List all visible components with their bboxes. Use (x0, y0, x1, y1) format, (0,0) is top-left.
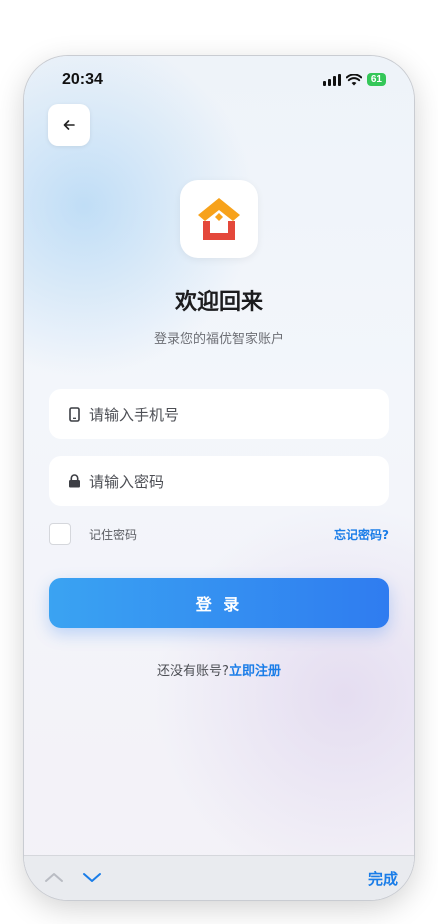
register-prompt: 还没有账号? (157, 664, 229, 679)
password-input[interactable]: 请输入密码 (49, 456, 389, 506)
phone-input[interactable]: 请输入手机号 (49, 389, 389, 439)
login-button[interactable]: 登 录 (49, 578, 389, 628)
back-arrow-icon (63, 120, 75, 130)
page-subtitle: 登录您的福优智家账户 (153, 332, 284, 347)
password-placeholder: 请输入密码 (89, 472, 165, 491)
remember-password-label: 记住密码 (89, 528, 138, 542)
forgot-password-link[interactable]: 忘记密码? (334, 526, 389, 543)
register-row: 还没有账号?立即注册 (24, 660, 414, 679)
status-icons: 61 (322, 73, 386, 86)
status-time: 20:34 (62, 71, 103, 88)
battery-icon: 61 (366, 73, 386, 86)
status-bar: 20:34 61 (24, 56, 414, 108)
remember-password-checkbox[interactable] (49, 523, 71, 545)
back-button[interactable] (48, 104, 90, 146)
phone-screen: 20:34 61 欢迎回来 登录您的福优智家账户 请输入手机号 请输入密码 记住… (24, 56, 414, 900)
wifi-icon (345, 73, 362, 85)
app-logo (180, 180, 258, 258)
done-button[interactable]: 完成 (368, 868, 398, 889)
register-link[interactable]: 立即注册 (229, 664, 281, 679)
chevron-up-icon[interactable] (44, 868, 64, 887)
lock-icon (67, 473, 81, 489)
house-logo-icon (198, 198, 240, 240)
chevron-down-icon[interactable] (82, 868, 102, 887)
mobile-phone-icon (67, 406, 81, 422)
signal-icon (322, 73, 341, 86)
keyboard-toolbar: 完成 (24, 855, 414, 900)
page-title: 欢迎回来 (174, 290, 263, 315)
phone-placeholder: 请输入手机号 (89, 405, 180, 424)
